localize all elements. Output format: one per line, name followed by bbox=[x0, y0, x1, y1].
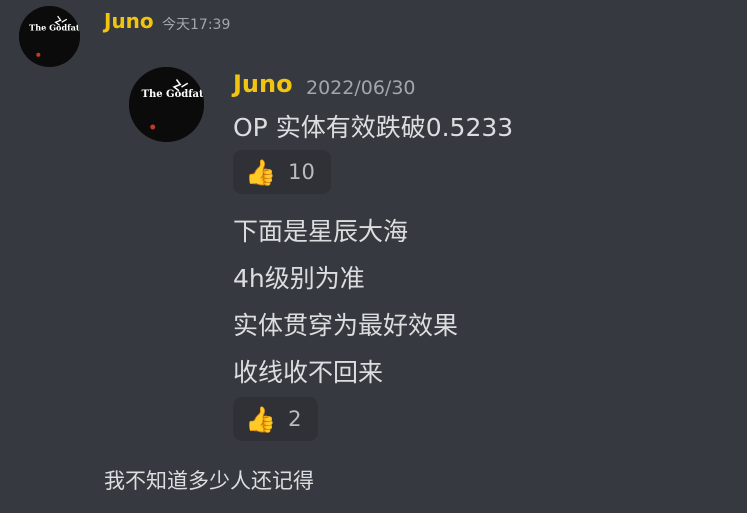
message-line: OP 实体有效跌破0.5233 bbox=[233, 113, 514, 142]
quoted-timestamp: 2022/06/30 bbox=[306, 77, 416, 99]
thumbs-up-icon: 👍 bbox=[245, 157, 277, 187]
reaction-count: 10 bbox=[288, 160, 315, 184]
message-line: 下面是星辰大海 bbox=[233, 217, 409, 246]
quoted-username[interactable]: Juno bbox=[233, 70, 293, 98]
godfather-logo-icon: The Godfather bbox=[129, 67, 204, 142]
reaction-count: 2 bbox=[288, 407, 302, 431]
reaction-thumbs-up[interactable]: 👍 10 bbox=[233, 150, 331, 194]
thumbs-up-icon: 👍 bbox=[245, 404, 277, 434]
godfather-logo-icon: The Godfather bbox=[19, 6, 80, 67]
message-line: 实体贯穿为最好效果 bbox=[233, 311, 459, 340]
avatar[interactable]: The Godfather bbox=[19, 6, 80, 67]
timestamp: 今天17:39 bbox=[162, 17, 231, 33]
reaction-thumbs-up[interactable]: 👍 2 bbox=[233, 397, 318, 441]
message-text: 我不知道多少人还记得 bbox=[104, 469, 314, 493]
username[interactable]: Juno bbox=[104, 9, 154, 33]
message-line: 收线收不回来 bbox=[233, 358, 384, 387]
logo-text-the: The Godfather bbox=[29, 22, 80, 32]
quoted-avatar[interactable]: The Godfather bbox=[129, 67, 204, 142]
message-line: 4h级别为准 bbox=[233, 264, 365, 293]
logo-text: The Godfather bbox=[142, 89, 205, 100]
